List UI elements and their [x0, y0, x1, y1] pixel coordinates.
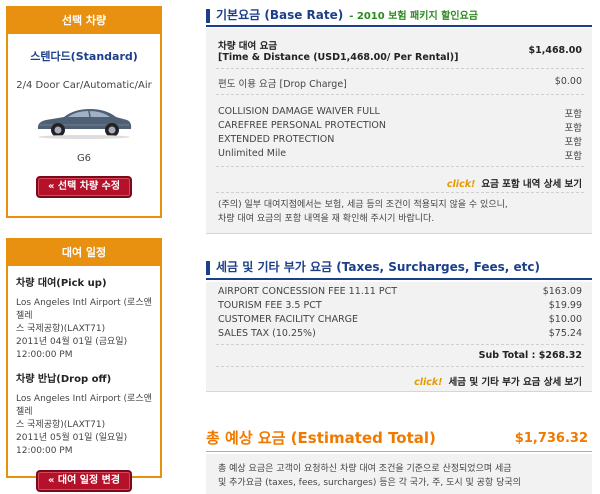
estimated-total-title: 총 예상 요금 (Estimated Total) — [206, 429, 436, 447]
included-row: EXTENDED PROTECTION 포함 — [218, 134, 582, 148]
estimated-total-value: $1,736.32 — [514, 431, 588, 446]
included-value: 포함 — [564, 109, 582, 120]
tax-detail-link[interactable]: click! 세금 및 기타 부가 요금 상세 보기 — [414, 374, 582, 388]
tax-row: TOURISM FEE 3.5 PCT $19.99 — [218, 300, 582, 311]
rental-fee-row: 차량 대여 요금 [Time & Distance (USD1,468.00/ … — [218, 38, 582, 63]
selected-vehicle-panel: 선택 차량 스텐다드(Standard) 2/4 Door Car/Automa… — [6, 6, 162, 218]
rate-detail-link-text: 요금 포함 내역 상세 보기 — [481, 179, 582, 190]
included-value: 포함 — [564, 123, 582, 134]
drop-charge-row: 편도 이용 요금 [Drop Charge] $0.00 — [218, 76, 582, 90]
pickup-date: 2011년 04월 01일 (금요일) — [16, 337, 128, 347]
promo-text: - 2010 보험 패키지 할인요금 — [349, 11, 478, 22]
tax-row: CUSTOMER FACILITY CHARGE $10.00 — [218, 314, 582, 325]
divider — [216, 94, 584, 95]
note-line: 총 예상 요금은 고객이 요청하신 차량 대여 조건을 기준으로 산정되었으며 … — [218, 464, 512, 474]
included-value: 포함 — [564, 137, 582, 148]
vehicle-model: G6 — [76, 153, 92, 164]
tax-detail-link-text: 세금 및 기타 부가 요금 상세 보기 — [448, 377, 582, 388]
included-row: Unlimited Mile 포함 — [218, 148, 582, 162]
drop-charge-value: $0.00 — [554, 76, 582, 87]
click-label: click! — [414, 377, 443, 388]
base-rate-title-text: 기본요금 (Base Rate) — [216, 8, 344, 22]
tax-value: $10.00 — [548, 314, 582, 325]
rental-fee-value: $1,468.00 — [528, 45, 583, 56]
selected-vehicle-header: 선택 차량 — [8, 8, 160, 34]
divider — [216, 366, 584, 367]
tax-label: SALES TAX (10.25%) — [218, 328, 316, 339]
included-value: 포함 — [564, 151, 582, 162]
tax-row: SALES TAX (10.25%) $75.24 — [218, 328, 582, 339]
rate-detail-link[interactable]: click! 요금 포함 내역 상세 보기 — [447, 176, 582, 190]
tax-value: $75.24 — [548, 328, 582, 339]
section-bar-icon — [206, 8, 210, 23]
included-label: Unlimited Mile — [218, 148, 287, 159]
included-label: EXTENDED PROTECTION — [218, 134, 335, 145]
included-row: COLLISION DAMAGE WAIVER FULL 포함 — [218, 106, 582, 120]
tax-row: AIRPORT CONCESSION FEE 11.11 PCT $163.09 — [218, 286, 582, 297]
rental-schedule-panel: 대여 일정 차량 대여(Pick up) Los Angeles Intl Ai… — [6, 238, 162, 492]
taxes-panel: AIRPORT CONCESSION FEE 11.11 PCT $163.09… — [206, 282, 592, 392]
divider — [216, 344, 584, 345]
included-row: CAREFREE PERSONAL PROTECTION 포함 — [218, 120, 582, 134]
base-rate-panel: 차량 대여 요금 [Time & Distance (USD1,468.00/ … — [206, 28, 592, 234]
estimated-total-rule — [206, 451, 592, 452]
estimated-total-panel: 총 예상 요금은 고객이 요청하신 차량 대여 조건을 기준으로 산정되었으며 … — [206, 454, 592, 494]
rental-fee-label: 차량 대여 요금 — [218, 41, 278, 52]
divider — [216, 68, 584, 69]
taxes-title: 세금 및 기타 부가 요금 (Taxes, Surcharges, Fees, … — [206, 258, 540, 275]
estimated-total-note: 총 예상 요금은 고객이 요청하신 차량 대여 조건을 기준으로 산정되었으며 … — [218, 462, 582, 490]
tax-label: CUSTOMER FACILITY CHARGE — [218, 314, 359, 325]
change-schedule-button[interactable]: « 대여 일정 변경 — [36, 470, 132, 492]
drop-charge-label: 편도 이용 요금 [Drop Charge] — [218, 79, 347, 90]
pickup-location: Los Angeles Intl Airport (로스앤젤레 — [16, 298, 152, 321]
included-label: CAREFREE PERSONAL PROTECTION — [218, 120, 387, 131]
dropoff-location-code: 스 국제공항)(LAXT71) — [16, 420, 106, 430]
base-rate-rule — [206, 25, 592, 27]
note-line: 및 추가요금 (taxes, fees, surcharges) 등은 각 국가… — [218, 478, 521, 488]
rental-fee-detail: [Time & Distance (USD1,468.00/ Per Renta… — [218, 52, 459, 63]
tax-label: TOURISM FEE 3.5 PCT — [218, 300, 322, 311]
vehicle-description: 2/4 Door Car/Automatic/Air — [16, 80, 152, 91]
dropoff-date: 2011년 05월 01일 (일요일) — [16, 433, 128, 443]
base-rate-note: (주의) 일부 대여지점에서는 보험, 세금 등의 조건이 적용되지 않을 수 … — [218, 198, 582, 226]
base-rate-title: 기본요금 (Base Rate) - 2010 보험 패키지 할인요금 — [206, 6, 478, 23]
pickup-time: 12:00:00 PM — [16, 350, 73, 360]
rental-schedule-header: 대여 일정 — [8, 240, 160, 266]
note-line: 차량 대여 요금의 포함 내역을 재 확인해 주시기 바랍니다. — [218, 214, 435, 224]
note-line: (주의) 일부 대여지점에서는 보험, 세금 등의 조건이 적용되지 않을 수 … — [218, 200, 508, 210]
pickup-title: 차량 대여(Pick up) — [16, 278, 107, 289]
dropoff-location: Los Angeles Intl Airport (로스앤젤레 — [16, 394, 152, 417]
dropoff-title: 차량 반납(Drop off) — [16, 374, 112, 385]
edit-vehicle-button[interactable]: « 선택 차량 수정 — [36, 176, 132, 198]
tax-value: $19.99 — [548, 300, 582, 311]
pickup-location-code: 스 국제공항)(LAXT71) — [16, 324, 106, 334]
taxes-rule — [206, 278, 592, 280]
divider — [216, 192, 584, 193]
vehicle-class-name: 스텐다드(Standard) — [30, 50, 138, 63]
divider — [216, 166, 584, 167]
taxes-title-text: 세금 및 기타 부가 요금 (Taxes, Surcharges, Fees, … — [216, 260, 540, 274]
dropoff-time: 12:00:00 PM — [16, 446, 73, 456]
included-label: COLLISION DAMAGE WAIVER FULL — [218, 106, 380, 117]
tax-label: AIRPORT CONCESSION FEE 11.11 PCT — [218, 286, 398, 297]
car-image — [37, 109, 132, 139]
tax-value: $163.09 — [542, 286, 582, 297]
click-label: click! — [446, 179, 476, 190]
section-bar-icon — [206, 260, 210, 275]
subtotal-value: Sub Total : $268.32 — [478, 350, 582, 361]
